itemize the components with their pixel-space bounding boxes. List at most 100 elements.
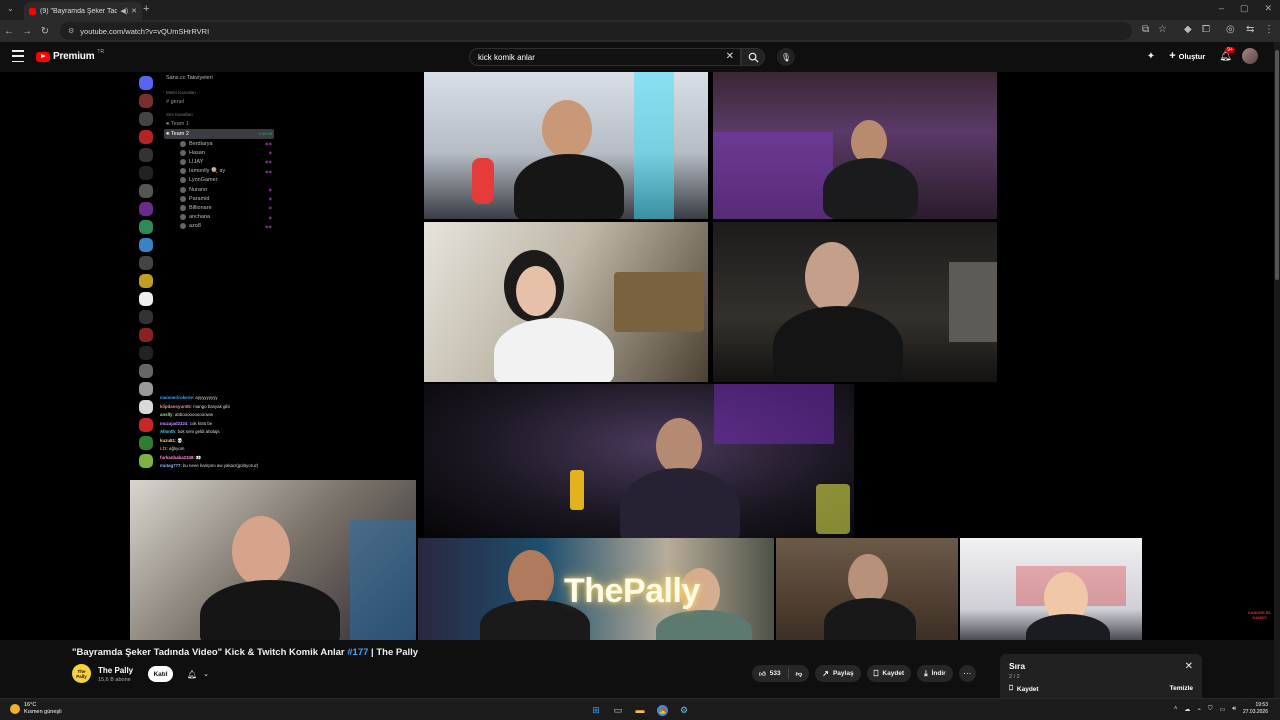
notification-badge: 9+ [1225,46,1235,53]
taskbar-apps: ⊞ ▭ ▬ ⚙ [588,702,692,718]
like-button[interactable]: 👍︎ 533 [752,665,788,682]
voice-search-button[interactable]: 🎙 [777,48,795,66]
corner-watermark: SANDRE BL GAMES [1247,610,1272,620]
task-view-icon[interactable]: ▭ [610,702,626,718]
url-text: youtube.com/watch?v=vQUmSHrRVRI [80,26,210,36]
server-icon [139,130,153,144]
chevron-down-icon: ⌄ [203,671,210,678]
extension-icon[interactable]: ◆ [1184,24,1192,35]
text-section-header: Metin Kanalları [166,90,197,95]
queue-title: Sıra [1009,661,1026,671]
youtube-premium-logo[interactable]: Premium TR [36,49,104,62]
install-app-icon[interactable]: ⧉ [1142,24,1149,35]
scrollbar-thumb[interactable] [1275,50,1279,280]
chat-message: mainnerirokerie: ayyyyyyyyy [160,395,218,400]
server-icon [139,364,153,378]
video-title: "Bayramda Şeker Tadında Video" Kick & Tw… [72,647,419,658]
cloud-icon[interactable]: ☁ [1184,706,1190,713]
close-queue-icon[interactable]: ✕ [1185,661,1193,672]
tray-chevron-icon[interactable]: ˄ [1174,706,1178,712]
save-button[interactable]: ⎕ Kaydet [866,665,912,682]
server-icon [139,112,153,126]
save-label: Kaydet [882,670,905,677]
tab-search-icon[interactable]: ⌄ [7,4,14,13]
voice-channel-active: 🔊︎ Team 2 2:45:38 [164,129,274,139]
page-scrollbar[interactable] [1274,42,1280,702]
close-tab-icon[interactable]: ✕ [131,7,137,15]
chrome-icon[interactable] [654,702,670,718]
dislike-button[interactable]: 👎︎ [789,665,810,682]
chat-message: Lf3: ağlıyom [160,446,185,451]
chat-message: furkanbaba2348: 👀 [160,454,202,460]
search-button[interactable] [741,48,765,66]
new-tab-icon[interactable]: + [143,3,149,15]
queue-count: 2 / 2 [1009,674,1020,680]
thumbs-up-icon: 👍︎ [759,670,766,678]
server-icon [139,148,153,162]
join-button[interactable]: Katıl [148,666,173,682]
streamer-cam-1 [424,72,708,219]
extensions-puzzle-icon[interactable]: ⧠ [1202,24,1210,35]
download-button[interactable]: ⤓ İndir [917,665,953,682]
channel-name[interactable]: The Pally [98,666,133,675]
streamer-cam-6 [130,480,416,640]
notifications-button[interactable]: 🔔︎ 9+ [1219,46,1235,62]
file-explorer-icon[interactable]: ▬ [632,702,648,718]
youtube-header: Premium TR kick komik anlar ✕ 🎙 ✦ + Oluş… [0,42,1280,72]
voice-user: LyonGamer [160,176,278,185]
subscription-notification-button[interactable]: 🔔︎ ⌄ [180,666,216,682]
usb-icon[interactable]: ⌁ [1197,706,1201,713]
browser-toolbar: ← → ↻ ⚙ youtube.com/watch?v=vQUmSHrRVRI … [0,20,1280,42]
chat-message: kuzu81: 💀 [160,437,183,443]
streamer-cam-5 [424,384,854,538]
thepally-overlay-text: ThePally [564,572,700,610]
minimize-icon[interactable]: – [1219,3,1224,14]
like-count: 533 [769,670,781,677]
window-controls: – ▢ ✕ [1219,3,1272,14]
voice-user: LİJAY ◉◉ [160,157,278,166]
address-bar[interactable]: ⚙ youtube.com/watch?v=vQUmSHrRVRI [60,22,1132,40]
voice-user: Iamonlly 🍭 ay ◉◉ [160,167,278,176]
queue-save-button[interactable]: ⎕ Kaydet [1009,685,1039,693]
profile-icon[interactable]: ◎ [1226,24,1235,35]
steam-icon[interactable]: ⚙ [676,702,692,718]
browser-tab[interactable]: (9) "Bayramda Şeker Tadında ◀) ✕ [24,2,142,20]
clock[interactable]: 19:53 27.03.2026 [1243,702,1268,716]
streamer-cam-4 [713,222,997,382]
clear-search-icon[interactable]: ✕ [726,51,734,62]
reload-icon[interactable]: ↻ [36,26,54,37]
video-player[interactable]: Sans.cc Takviyeleri Metin Kanalları # ge… [0,72,1275,640]
close-window-icon[interactable]: ✕ [1264,3,1272,14]
server-icon [139,418,153,432]
defender-icon[interactable]: ⛉ [1208,706,1213,713]
channel-avatar[interactable]: The Pally [72,664,91,683]
site-info-icon[interactable]: ⚙ [68,27,74,35]
create-button[interactable]: + Oluştur [1165,50,1209,62]
stream-chat: mainnerirokerie: ayyyyyyyyy klipdanoyun0… [160,394,300,471]
hashtag-link[interactable]: #177 [347,647,368,658]
gemini-icon[interactable]: ✦ [1147,51,1155,62]
browser-menu-icon[interactable]: ⋮ [1264,24,1274,35]
back-icon[interactable]: ← [0,26,18,37]
weather-widget[interactable]: 16°C Kısmen güneşli [10,702,62,716]
volume-icon[interactable]: 🔊︎ [1232,706,1236,713]
windows-start-icon[interactable]: ⊞ [588,702,604,718]
more-actions-button[interactable]: ⋯ [958,665,976,682]
voice-user: anchana ◉ [160,213,278,222]
share-button[interactable]: ↗ Paylaş [815,665,861,682]
voice-section-header: Ses Kanalları [166,112,193,117]
server-icon [139,328,153,342]
maximize-icon[interactable]: ▢ [1240,3,1249,14]
account-avatar[interactable] [1242,48,1258,64]
network-icon[interactable]: ▭ [1220,706,1226,713]
search-input[interactable]: kick komik anlar ✕ [469,48,741,66]
text-channel: # genel [166,98,185,105]
streamer-cam-9 [960,538,1142,640]
server-icon [139,202,153,216]
bookmark-star-icon[interactable]: ☆ [1158,24,1167,35]
audio-playing-icon[interactable]: ◀) [120,7,128,15]
translate-icon[interactable]: ⇆ [1246,24,1254,35]
hamburger-menu-icon[interactable] [12,50,24,62]
forward-icon[interactable]: → [18,26,36,37]
queue-clear-button[interactable]: Temizle [1170,685,1193,692]
